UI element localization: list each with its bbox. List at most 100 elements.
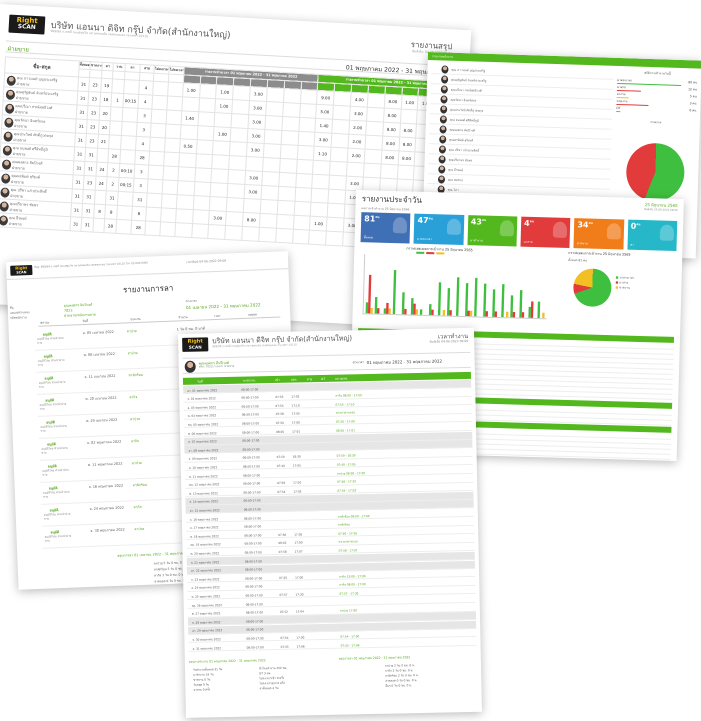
table-cell: 24 [95,162,109,177]
table-cell [228,155,247,171]
table-cell [295,173,313,189]
table-cell: 31 [71,174,85,190]
time-shift: 08:00-17:00 [244,524,262,529]
table-cell [310,202,329,218]
cell-value: 3 [143,113,146,119]
stat-card-unit: คน [375,214,380,220]
table-cell: 31 [132,192,148,208]
time-note: ลากิจ 08:00 - 17:00 [339,582,366,587]
time-in: 07:52 [279,609,288,615]
cell-value: 3.00 [252,119,262,125]
list-item-name: คุณรัตนา อินทร์ทอง [450,97,477,103]
time-in: 07:54 [280,635,289,640]
time-employee: คุณพงศกร ลิมปิวงศ์ รหัส: 7023 / แผนก: ฝ่… [182,351,471,374]
time-date: ศ. 13 พฤษภาคม 2022 [189,490,218,496]
time-shift: 08:00-17:00 [242,455,260,460]
time-shift: 08:00-17:00 [241,386,259,392]
time-shift: 08:00-17:00 [243,515,262,521]
table-cell: 19 [100,78,113,93]
time-date: ส. 14 พฤษภาคม 2022 [189,499,219,505]
stat-card-label: ขาดงาน [576,241,588,246]
chart-bar [449,310,452,316]
cell-value: 1.00 [314,220,324,227]
cell-value: 3.00 [349,180,360,187]
table-cell: 2 [107,162,120,178]
stat-card: 81คน ทั้งหมด [360,212,411,244]
chart-bar [392,270,397,315]
cell-value: 8.00 [402,141,412,148]
stats-title: สถิติการเข้างานวันนี้ [644,70,671,76]
time-out: 17:30 [295,592,304,597]
time-note: ลากิจ 08:00 - 17:00 [335,393,362,398]
table-cell: 20 [98,120,111,135]
employee-values: คุณพงศกร ลิมปิวงศ์ 7023 ฝ่ายขาย/พนักงานข… [63,302,97,318]
table-cell [167,82,184,97]
table-cell [264,115,283,131]
stat-card-value: 34 [577,220,589,230]
chart-bar [505,311,509,318]
table-cell [226,197,245,213]
time-note: 08:05 - 17:01 [336,427,356,433]
table-cell: 31 [85,147,98,163]
time-shift: 08:00-17:00 [241,421,260,426]
table-cell [208,224,226,240]
leave-date: จ. 11 เมษายน 2022 [84,373,116,380]
time-in: 07:58 [275,412,284,417]
time-date: อ. 31 พฤษภาคม 2022 [192,645,222,651]
table-cell [264,129,282,145]
time-shift: 08:00-17:00 [246,636,264,641]
table-cell [260,185,279,201]
time-date: พฤ. 05 พฤษภาคม 2022 [187,422,219,427]
list-item-name: คุณพรพิมพ์ สุริยงค์ [449,137,474,143]
cell-value: 24 [99,166,105,173]
table-cell [176,180,195,196]
cell-value: 21 [100,138,107,145]
stat-value: 0 คน [689,108,697,113]
table-cell: 3.00 [249,86,268,102]
cell-value: 00:15 [124,98,137,104]
table-cell: 3.00 [246,142,265,158]
table-cell [166,109,182,125]
table-cell: 1.00 [182,82,200,98]
table-cell [282,102,300,118]
table-cell: 8.00 [242,212,261,228]
stat-card-unit: คน [428,216,433,221]
cell-value: 31 [80,81,87,87]
cell-value: 8.00 [385,140,396,147]
table-cell [328,189,346,205]
list-item-name: คุณ ธนพงศ์ ศรีสิทธิ์ภูมิ [449,117,479,123]
table-cell: 23 [85,133,99,149]
table-cell [164,137,181,153]
time-in: 07:55 [275,403,284,408]
chart-bar [419,309,423,315]
time-out: 17:02 [291,394,300,399]
time-date: จ. 09 พฤษภาคม 2022 [188,456,218,462]
cell-value: 3.00 [253,91,263,97]
table-cell [328,175,347,191]
time-date: อ. 17 พฤษภาคม 2022 [190,525,219,530]
time-note: 07:55 - 17:06 [340,642,360,648]
table-cell [195,153,213,169]
stat-cards: 81คน ทั้งหมด 47คน มาตรงเวลา 43คน มาทำงาน 4คน มา… [360,212,678,251]
time-note: 07:54 - 17:00 [340,634,360,639]
leave-approver: อนุมัติโดย หัวหน้าฝ่ายขาย [41,445,68,455]
avatar [437,175,446,184]
table-cell: 4 [138,80,154,96]
cell-value: 1.00 [220,89,230,95]
table-cell: 0.50 [179,138,197,154]
chart-bar [365,302,369,314]
table-cell [298,117,317,133]
summary-line: อื่นๆ 0 วัน 0 ชม. 0 น. [385,683,413,688]
rightscan-logo-time: Right SCAN [182,337,209,352]
cell-value: 3.00 [318,137,328,143]
chart-bar [404,308,407,315]
cell-value: 31 [137,196,143,203]
leave-date: อ. 05 เมษายน 2022 [82,329,114,336]
leave-type: ลาป่วย [126,329,137,334]
time-in: 07:50 [275,420,284,425]
cell-value: 2.00 [353,124,363,131]
table-cell [364,135,383,151]
list-item-name: คุณ ปรีชา แก้วประสิทธิ์ [448,147,480,153]
table-cell [280,144,298,160]
summary-line: มาสาย 0 ครั้ง [193,687,211,692]
